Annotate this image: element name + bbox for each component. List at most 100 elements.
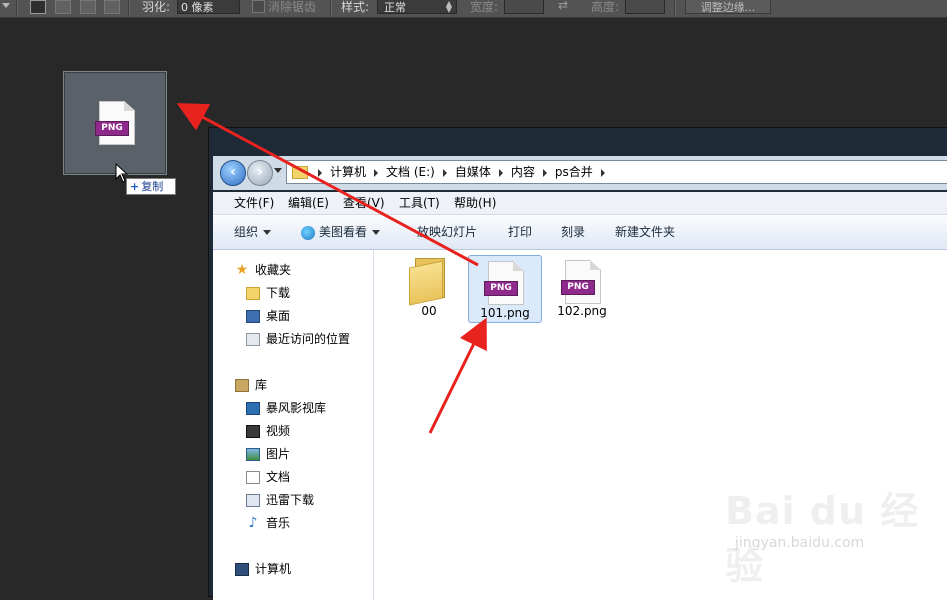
style-label: 样式: <box>341 0 370 14</box>
meitu-button[interactable]: 美图看看 <box>301 215 381 249</box>
nav-downloads-label: 下载 <box>266 286 291 300</box>
pictures-icon <box>246 448 260 461</box>
breadcrumb-media[interactable]: 自媒体 <box>451 161 495 183</box>
command-bar: 组织 美图看看 放映幻灯片 打印 刻录 新建文件夹 <box>213 215 947 250</box>
breadcrumb-ps-merge[interactable]: ps合并 <box>551 161 597 183</box>
document-icon <box>246 471 260 484</box>
nav-xunlei-label: 迅雷下载 <box>266 493 315 507</box>
navigation-pane: ★ 收藏夹 下载 桌面 最近访问的位置 库 暴风影视库 视频 图片 文档 迅雷下载… <box>213 250 374 600</box>
download-folder-icon <box>246 287 260 300</box>
height-input[interactable] <box>625 0 665 14</box>
nav-favorites[interactable]: ★ 收藏夹 <box>235 260 291 280</box>
breadcrumb-computer[interactable]: 计算机 <box>326 161 370 183</box>
breadcrumb-chevron-icon[interactable] <box>600 168 605 177</box>
nav-music-label: 音乐 <box>266 516 291 530</box>
watermark-url: jingyan.baidu.com <box>735 535 865 551</box>
menu-tools[interactable]: 工具(T) <box>399 192 440 214</box>
antialias-label: 消除锯齿 <box>268 0 317 14</box>
style-select[interactable]: 正常 ▲ ▼ <box>377 0 457 14</box>
drag-ghost: PNG <box>63 71 167 175</box>
file-name: 102.png <box>557 304 607 318</box>
file-item-folder-00[interactable]: 00 <box>392 254 466 322</box>
video-library-icon <box>246 402 260 415</box>
breadcrumb-chevron-icon[interactable] <box>318 168 322 177</box>
nav-downloads[interactable]: 下载 <box>246 283 290 303</box>
divider <box>674 0 676 17</box>
nav-libraries-label: 库 <box>255 378 268 392</box>
add-selection-mode-icon[interactable] <box>55 0 71 14</box>
tool-preset-dropdown-icon[interactable] <box>2 3 10 8</box>
width-label: 宽度: <box>470 0 499 14</box>
photoshop-options-bar: 羽化: 0 像素 消除锯齿 样式: 正常 ▲ ▼ 宽度: ⇄ 高度: 调整边缘... <box>0 0 947 18</box>
copy-tooltip: + 复制 <box>126 178 176 195</box>
breadcrumb-drive-e[interactable]: 文档 (E:) <box>382 161 439 183</box>
film-icon <box>246 425 260 438</box>
breadcrumb-chevron-icon[interactable] <box>374 168 379 177</box>
divider <box>128 0 130 17</box>
nav-baofeng[interactable]: 暴风影视库 <box>246 398 326 418</box>
divider <box>16 0 18 17</box>
breadcrumb-content[interactable]: 内容 <box>507 161 539 183</box>
nav-favorites-label: 收藏夹 <box>255 263 292 277</box>
breadcrumb[interactable]: 计算机 文档 (E:) 自媒体 内容 ps合并 <box>286 160 947 184</box>
nav-pictures-label: 图片 <box>266 447 291 461</box>
menu-help[interactable]: 帮助(H) <box>454 192 496 214</box>
star-icon: ★ <box>235 262 249 278</box>
nav-pictures[interactable]: 图片 <box>246 444 290 464</box>
breadcrumb-chevron-icon[interactable] <box>442 168 447 177</box>
menu-file[interactable]: 文件(F) <box>234 192 274 214</box>
baidu-watermark: Bai du 经验 jingyan.baidu.com <box>725 480 947 590</box>
nav-baofeng-label: 暴风影视库 <box>266 401 327 415</box>
new-selection-mode-icon[interactable] <box>30 0 46 14</box>
nav-xunlei[interactable]: 迅雷下载 <box>246 490 314 510</box>
thunder-download-icon <box>246 494 260 507</box>
select-arrows-icon: ▲ ▼ <box>445 0 452 14</box>
intersect-selection-mode-icon[interactable] <box>104 0 120 14</box>
nav-videos[interactable]: 视频 <box>246 421 290 441</box>
forward-arrow-icon[interactable]: › <box>247 160 273 186</box>
dropdown-arrow-icon <box>372 230 381 235</box>
history-dropdown-icon[interactable] <box>274 168 282 173</box>
back-arrow-icon[interactable]: ‹ <box>220 160 246 186</box>
height-label: 高度: <box>591 0 620 14</box>
nav-libraries[interactable]: 库 <box>235 375 267 395</box>
music-note-icon: ♪ <box>248 515 258 531</box>
nav-desktop-label: 桌面 <box>266 309 291 323</box>
nav-documents-label: 文档 <box>266 470 291 484</box>
nav-documents[interactable]: 文档 <box>246 467 290 487</box>
nav-desktop[interactable]: 桌面 <box>246 306 290 326</box>
menu-bar: 文件(F) 编辑(E) 查看(V) 工具(T) 帮助(H) <box>213 192 947 215</box>
file-item-101-png[interactable]: PNG 101.png <box>468 255 542 323</box>
nav-computer[interactable]: 计算机 <box>235 559 291 579</box>
nav-music[interactable]: ♪ 音乐 <box>246 513 290 533</box>
menu-edit[interactable]: 编辑(E) <box>288 192 329 214</box>
menu-view[interactable]: 查看(V) <box>343 192 385 214</box>
feather-input[interactable]: 0 像素 <box>177 0 240 14</box>
png-file-icon: PNG <box>484 261 524 305</box>
width-input[interactable] <box>504 0 544 14</box>
slideshow-button[interactable]: 放映幻灯片 <box>417 215 477 249</box>
breadcrumb-chevron-icon[interactable] <box>498 168 503 177</box>
dropdown-arrow-icon <box>263 230 272 235</box>
png-badge: PNG <box>484 281 518 296</box>
file-item-102-png[interactable]: PNG 102.png <box>545 254 619 322</box>
print-button[interactable]: 打印 <box>508 215 532 249</box>
feather-label: 羽化: <box>142 0 171 14</box>
folder-icon <box>292 166 308 179</box>
png-badge: PNG <box>95 121 129 136</box>
new-folder-button[interactable]: 新建文件夹 <box>615 215 675 249</box>
refine-edge-button[interactable]: 调整边缘... <box>685 0 771 14</box>
recent-places-icon <box>246 333 260 346</box>
swap-width-height-icon[interactable]: ⇄ <box>558 0 568 12</box>
burn-button[interactable]: 刻录 <box>561 215 585 249</box>
library-icon <box>235 379 249 392</box>
nav-recent[interactable]: 最近访问的位置 <box>246 329 350 349</box>
png-file-icon: PNG <box>561 260 601 304</box>
png-badge: PNG <box>561 280 595 295</box>
subtract-selection-mode-icon[interactable] <box>80 0 96 14</box>
computer-icon <box>235 563 249 576</box>
png-file-icon: PNG <box>95 101 135 145</box>
antialias-checkbox[interactable] <box>252 0 265 13</box>
breadcrumb-chevron-icon[interactable] <box>542 168 547 177</box>
organize-button[interactable]: 组织 <box>234 215 272 249</box>
